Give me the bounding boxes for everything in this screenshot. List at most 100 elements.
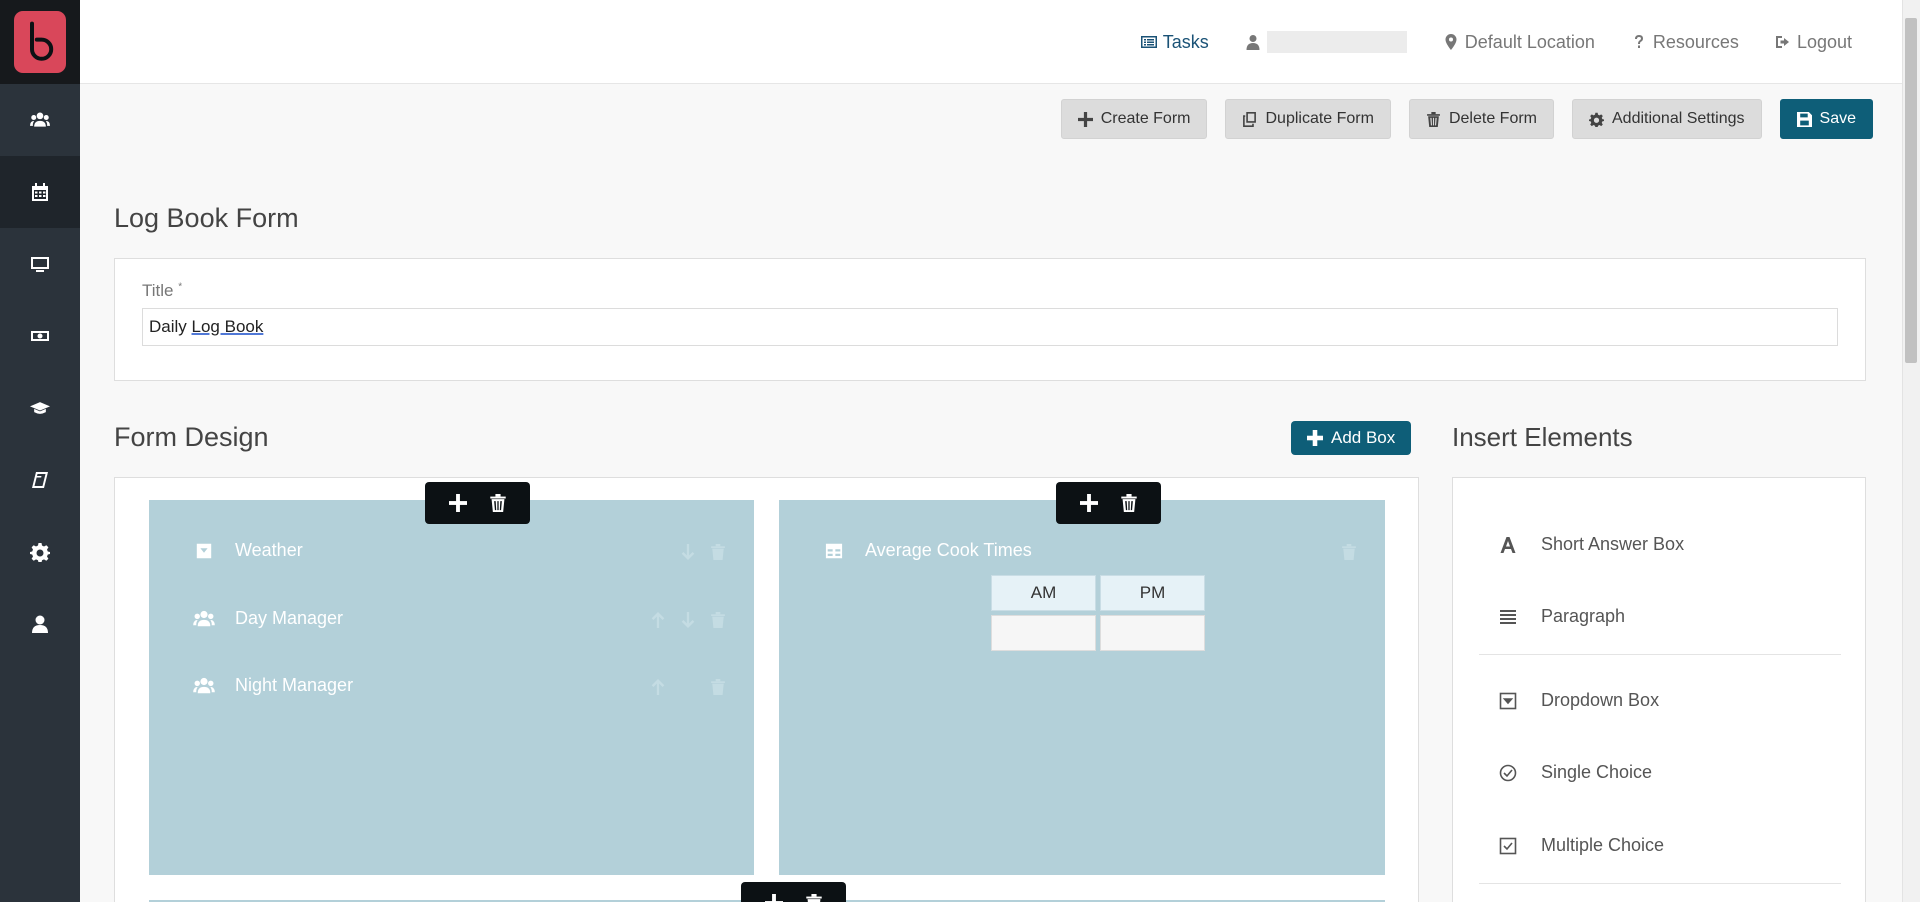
insert-divider-1 — [1479, 654, 1841, 655]
title-card: Title * Daily Log Book — [114, 258, 1866, 381]
plus-icon — [1077, 111, 1093, 127]
arrow-down-icon[interactable] — [680, 612, 696, 628]
sidebar — [0, 0, 80, 902]
field-night-manager-actions — [650, 679, 726, 695]
dropdown-icon — [1499, 692, 1517, 709]
arrow-down-icon[interactable] — [680, 544, 696, 560]
column-header-pm: PM — [1100, 575, 1205, 611]
trash-icon[interactable] — [1341, 544, 1357, 560]
cell-am[interactable] — [991, 615, 1096, 651]
insert-multiple-choice-label: Multiple Choice — [1541, 835, 1665, 855]
add-field-icon[interactable] — [448, 494, 467, 512]
box-2-tools — [1056, 482, 1161, 524]
field-weather-actions — [680, 544, 726, 560]
field-day-manager[interactable]: Day Manager — [193, 608, 343, 629]
trash-icon — [1427, 111, 1440, 127]
sidebar-item-logbook[interactable] — [0, 444, 80, 516]
copy-icon — [1243, 111, 1257, 127]
title-label-text: Title — [142, 281, 174, 300]
trash-icon[interactable] — [710, 544, 726, 560]
sidebar-item-calendar[interactable] — [0, 156, 80, 228]
sidebar-item-money[interactable] — [0, 300, 80, 372]
add-box-label: Add Box — [1331, 428, 1396, 447]
page-scrollbar[interactable] — [1902, 0, 1920, 902]
insert-single-choice-label: Single Choice — [1541, 762, 1653, 782]
save-button[interactable]: Save — [1779, 99, 1873, 139]
delete-form-label: Delete Form — [1448, 110, 1537, 127]
logout-icon — [1775, 36, 1789, 48]
field-average-cook-times-label: Average Cook Times — [865, 540, 1032, 560]
additional-settings-label: Additional Settings — [1612, 110, 1745, 127]
save-icon — [1796, 111, 1812, 127]
additional-settings-button[interactable]: Additional Settings — [1572, 99, 1762, 139]
graduation-cap-icon — [30, 402, 50, 414]
create-form-button[interactable]: Create Form — [1060, 99, 1208, 139]
add-box-button[interactable]: Add Box — [1291, 421, 1412, 455]
check-circle-icon — [1499, 764, 1517, 781]
insert-short-answer[interactable]: Short Answer Box — [1499, 534, 1684, 555]
scrollbar-thumb[interactable] — [1905, 18, 1917, 363]
list-icon — [1140, 36, 1157, 48]
users-icon — [193, 610, 215, 626]
trash-icon[interactable] — [710, 612, 726, 628]
sidebar-item-training[interactable] — [0, 372, 80, 444]
app-logo[interactable] — [0, 0, 80, 84]
field-weather-label: Weather — [235, 540, 303, 560]
paragraph-icon — [1500, 609, 1516, 624]
map-marker-icon — [1445, 34, 1457, 50]
user-icon — [32, 615, 48, 633]
form-design-heading: Form Design — [114, 422, 269, 452]
box-1-tools — [425, 482, 530, 524]
delete-box-icon[interactable] — [805, 894, 823, 902]
delete-box-icon[interactable] — [1120, 494, 1138, 512]
insert-dropdown[interactable]: Dropdown Box — [1499, 690, 1659, 711]
field-weather[interactable]: Weather — [193, 540, 303, 561]
nav-location[interactable]: Default Location — [1443, 32, 1595, 53]
nav-tasks[interactable]: Tasks — [1140, 32, 1209, 53]
insert-divider-2 — [1479, 883, 1841, 884]
sidebar-item-profile[interactable] — [0, 588, 80, 660]
insert-single-choice[interactable]: Single Choice — [1499, 762, 1652, 783]
sidebar-item-people[interactable] — [0, 84, 80, 156]
form-box-2[interactable]: Average Cook Times AM PM — [779, 500, 1385, 875]
field-night-manager-label: Night Manager — [235, 675, 354, 695]
insert-multiple-choice[interactable]: Multiple Choice — [1499, 835, 1664, 856]
insert-paragraph[interactable]: Paragraph — [1499, 606, 1625, 627]
book-icon — [32, 472, 48, 488]
user-icon — [1246, 35, 1260, 50]
required-marker: * — [178, 281, 183, 293]
nav-location-label: Default Location — [1464, 31, 1595, 52]
arrow-up-icon[interactable] — [650, 612, 666, 628]
text-icon — [1500, 536, 1516, 553]
page-title: Log Book Form — [114, 203, 299, 233]
create-form-label: Create Form — [1100, 110, 1191, 127]
duplicate-form-button[interactable]: Duplicate Form — [1225, 99, 1391, 139]
title-input[interactable]: Daily Log Book — [142, 308, 1838, 346]
cell-pm[interactable] — [1100, 615, 1205, 651]
insert-elements-panel: Short Answer Box Paragraph Dropdown Box … — [1452, 477, 1866, 902]
form-box-1[interactable]: Weather Day Manager Night Manager — [149, 500, 754, 875]
insert-dropdown-label: Dropdown Box — [1541, 690, 1660, 710]
duplicate-form-label: Duplicate Form — [1265, 110, 1374, 127]
top-nav: Tasks Default Location Resources Logout — [1140, 0, 1852, 84]
table-icon — [825, 543, 843, 558]
gear-icon — [1589, 112, 1604, 127]
add-field-icon[interactable] — [1079, 494, 1098, 512]
field-average-cook-times[interactable]: Average Cook Times — [823, 540, 1032, 561]
trash-icon[interactable] — [710, 679, 726, 695]
nav-logout[interactable]: Logout — [1775, 32, 1852, 53]
title-value-part1: Daily — [149, 317, 192, 336]
delete-box-icon[interactable] — [489, 494, 507, 512]
arrow-up-icon[interactable] — [650, 679, 666, 695]
logo-b-icon — [30, 21, 54, 61]
sidebar-item-settings[interactable] — [0, 516, 80, 588]
add-field-icon[interactable] — [764, 894, 783, 902]
nav-resources-label: Resources — [1652, 31, 1739, 52]
delete-form-button[interactable]: Delete Form — [1408, 99, 1554, 139]
check-square-icon — [1499, 837, 1517, 854]
field-night-manager[interactable]: Night Manager — [193, 675, 353, 696]
nav-user[interactable] — [1245, 31, 1407, 53]
sidebar-item-display[interactable] — [0, 228, 80, 300]
nav-resources[interactable]: Resources — [1631, 32, 1739, 53]
calendar-icon — [32, 183, 48, 201]
